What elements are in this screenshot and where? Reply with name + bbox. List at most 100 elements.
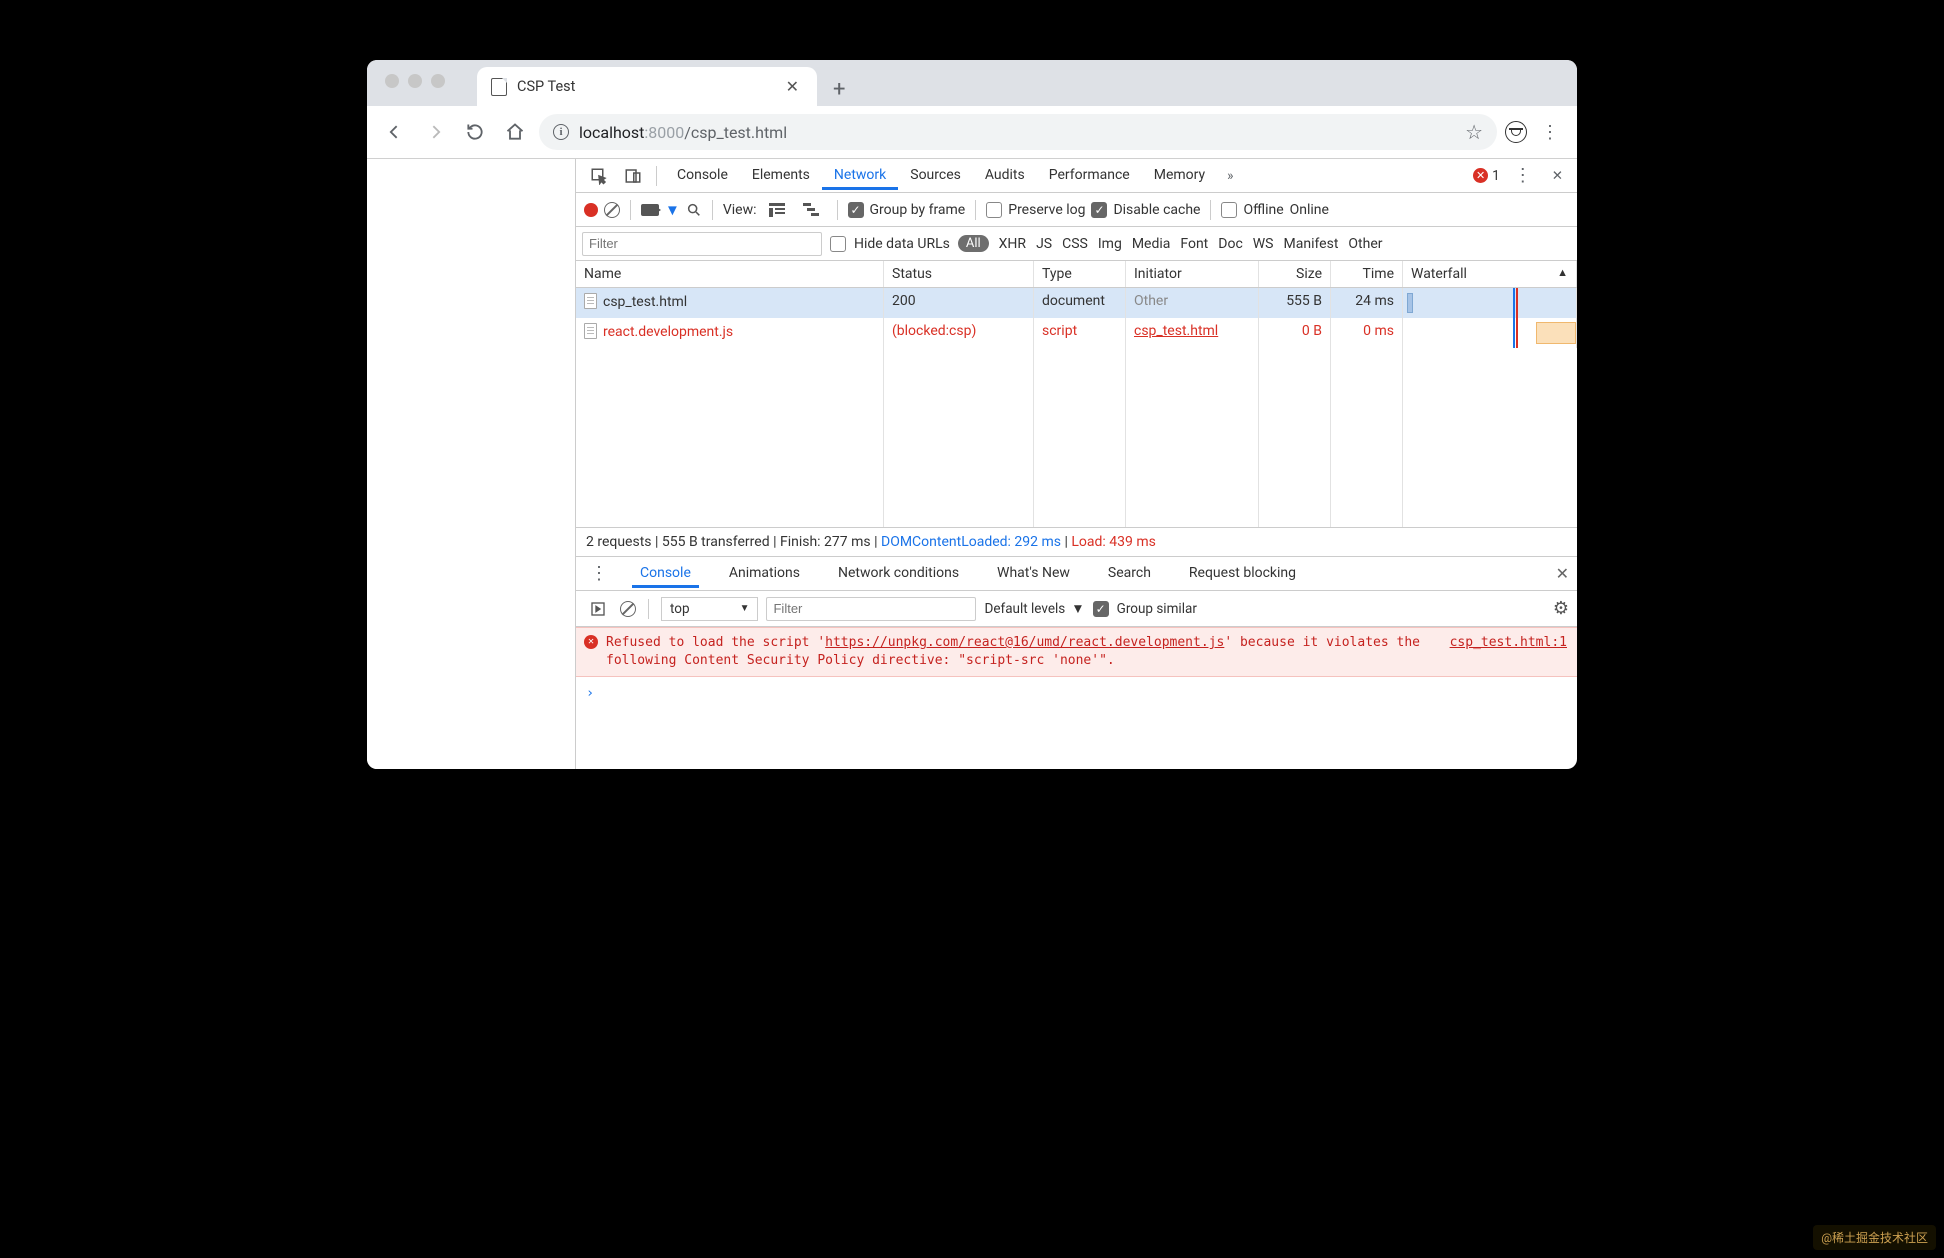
large-rows-icon[interactable] xyxy=(763,199,791,221)
close-devtools-icon[interactable]: ✕ xyxy=(1546,164,1569,188)
error-source-link[interactable]: csp_test.html:1 xyxy=(1450,634,1567,652)
window-controls xyxy=(367,60,445,88)
close-drawer-icon[interactable]: ✕ xyxy=(1556,564,1569,583)
back-button[interactable] xyxy=(379,118,411,146)
log-levels-selector[interactable]: Default levels ▼ xyxy=(984,601,1084,617)
filter-type-ws[interactable]: WS xyxy=(1253,236,1274,252)
site-info-icon[interactable]: i xyxy=(553,124,569,140)
waterfall-view-icon[interactable] xyxy=(797,199,827,221)
filter-icon[interactable]: ▼ xyxy=(665,201,680,219)
column-size[interactable]: Size xyxy=(1259,261,1331,287)
hide-data-urls-label: Hide data URLs xyxy=(854,236,950,252)
devtools-menu-icon[interactable]: ⋮ xyxy=(1508,165,1538,186)
inspect-element-icon[interactable] xyxy=(584,163,614,189)
request-row[interactable]: csp_test.html200documentOther555 B24 ms xyxy=(576,288,1577,318)
drawer-tab-animations[interactable]: Animations xyxy=(721,559,808,588)
filter-type-xhr[interactable]: XHR xyxy=(999,236,1026,252)
filter-type-img[interactable]: Img xyxy=(1098,236,1122,252)
chrome-menu-icon[interactable]: ⋮ xyxy=(1535,122,1565,143)
chevron-down-icon: ▼ xyxy=(1071,601,1084,617)
settings-icon[interactable]: ⚙ xyxy=(1553,598,1569,619)
drawer-tab-what-s-new[interactable]: What's New xyxy=(989,559,1078,588)
url-port: :8000 xyxy=(644,123,684,142)
drawer-tab-search[interactable]: Search xyxy=(1100,559,1159,588)
execution-icon[interactable] xyxy=(584,597,612,621)
error-icon: ✕ xyxy=(1473,168,1488,183)
network-summary: 2 requests | 555 B transferred | Finish:… xyxy=(576,528,1577,557)
console-filter-input[interactable] xyxy=(766,597,976,621)
console-toolbar: top ▼ Default levels ▼ ✓ Group similar ⚙ xyxy=(576,591,1577,627)
offline-checkbox[interactable] xyxy=(1221,202,1237,218)
close-window-button[interactable] xyxy=(385,74,399,88)
error-icon: ✕ xyxy=(584,635,598,649)
search-icon[interactable] xyxy=(686,202,702,218)
devtools-tab-performance[interactable]: Performance xyxy=(1037,161,1142,190)
devtools-tab-console[interactable]: Console xyxy=(665,161,740,190)
hide-data-urls-checkbox[interactable] xyxy=(830,236,846,252)
maximize-window-button[interactable] xyxy=(431,74,445,88)
filter-type-js[interactable]: JS xyxy=(1036,236,1052,252)
filter-type-manifest[interactable]: Manifest xyxy=(1284,236,1339,252)
group-by-frame-label: Group by frame xyxy=(870,202,966,218)
filter-type-doc[interactable]: Doc xyxy=(1218,236,1243,252)
filter-type-other[interactable]: Other xyxy=(1348,236,1382,252)
column-time[interactable]: Time xyxy=(1331,261,1403,287)
group-similar-checkbox[interactable]: ✓ xyxy=(1093,601,1109,617)
more-tabs-icon[interactable]: » xyxy=(1221,164,1239,188)
error-count-badge[interactable]: ✕1 xyxy=(1473,168,1500,184)
record-button[interactable] xyxy=(584,203,598,217)
request-row[interactable]: react.development.js(blocked:csp)scriptc… xyxy=(576,318,1577,348)
reload-button[interactable] xyxy=(459,118,491,146)
network-filter-input[interactable] xyxy=(582,232,822,256)
clear-console-button[interactable] xyxy=(620,601,636,617)
filter-type-css[interactable]: CSS xyxy=(1062,236,1088,252)
devtools-tab-sources[interactable]: Sources xyxy=(898,161,973,190)
browser-tab[interactable]: CSP Test ✕ xyxy=(477,67,817,106)
filter-type-all[interactable]: All xyxy=(958,235,989,252)
watermark: @稀土掘金技术社区 xyxy=(1813,1225,1936,1250)
page-content-area xyxy=(367,159,575,769)
online-label: Online xyxy=(1290,202,1329,218)
offline-label: Offline xyxy=(1243,202,1283,218)
address-bar[interactable]: i localhost:8000/csp_test.html ☆ xyxy=(539,114,1497,150)
tab-title: CSP Test xyxy=(517,78,575,95)
preserve-log-label: Preserve log xyxy=(1008,202,1085,218)
filter-type-media[interactable]: Media xyxy=(1132,236,1171,252)
devtools-tab-network[interactable]: Network xyxy=(822,161,898,190)
console-prompt[interactable]: › xyxy=(576,677,1577,709)
drawer-tab-network-conditions[interactable]: Network conditions xyxy=(830,559,967,588)
console-error-message[interactable]: ✕ csp_test.html:1 Refused to load the sc… xyxy=(576,627,1577,677)
column-initiator[interactable]: Initiator xyxy=(1126,261,1259,287)
column-waterfall[interactable]: Waterfall▲ xyxy=(1403,261,1577,287)
context-selector[interactable]: top ▼ xyxy=(661,597,758,621)
preserve-log-checkbox[interactable] xyxy=(986,202,1002,218)
devtools-tab-audits[interactable]: Audits xyxy=(973,161,1037,190)
devtools-tab-memory[interactable]: Memory xyxy=(1142,161,1217,190)
column-type[interactable]: Type xyxy=(1034,261,1126,287)
network-toolbar: ▼ View: ✓ Group by frame Preserve log ✓ … xyxy=(576,193,1577,227)
devtools-tab-elements[interactable]: Elements xyxy=(740,161,822,190)
extension-icon[interactable] xyxy=(1505,121,1527,143)
drawer-tab-request-blocking[interactable]: Request blocking xyxy=(1181,559,1304,588)
chrome-titlebar: CSP Test ✕ + xyxy=(367,60,1577,106)
filter-type-font[interactable]: Font xyxy=(1180,236,1208,252)
screenshot-icon[interactable] xyxy=(641,204,659,216)
devtools-panel: ConsoleElementsNetworkSourcesAuditsPerfo… xyxy=(575,159,1577,769)
column-name[interactable]: Name xyxy=(576,261,884,287)
forward-button[interactable] xyxy=(419,118,451,146)
device-toolbar-icon[interactable] xyxy=(618,163,648,189)
chevron-down-icon: ▼ xyxy=(740,603,750,614)
view-label: View: xyxy=(723,202,757,218)
minimize-window-button[interactable] xyxy=(408,74,422,88)
close-tab-icon[interactable]: ✕ xyxy=(782,75,803,98)
group-by-frame-checkbox[interactable]: ✓ xyxy=(848,202,864,218)
page-icon xyxy=(491,78,507,96)
clear-button[interactable] xyxy=(604,202,620,218)
home-button[interactable] xyxy=(499,118,531,146)
disable-cache-checkbox[interactable]: ✓ xyxy=(1091,202,1107,218)
drawer-menu-icon[interactable]: ⋮ xyxy=(584,563,614,584)
new-tab-button[interactable]: + xyxy=(817,77,861,106)
drawer-tab-console[interactable]: Console xyxy=(632,559,699,588)
column-status[interactable]: Status xyxy=(884,261,1034,287)
bookmark-icon[interactable]: ☆ xyxy=(1465,120,1483,144)
